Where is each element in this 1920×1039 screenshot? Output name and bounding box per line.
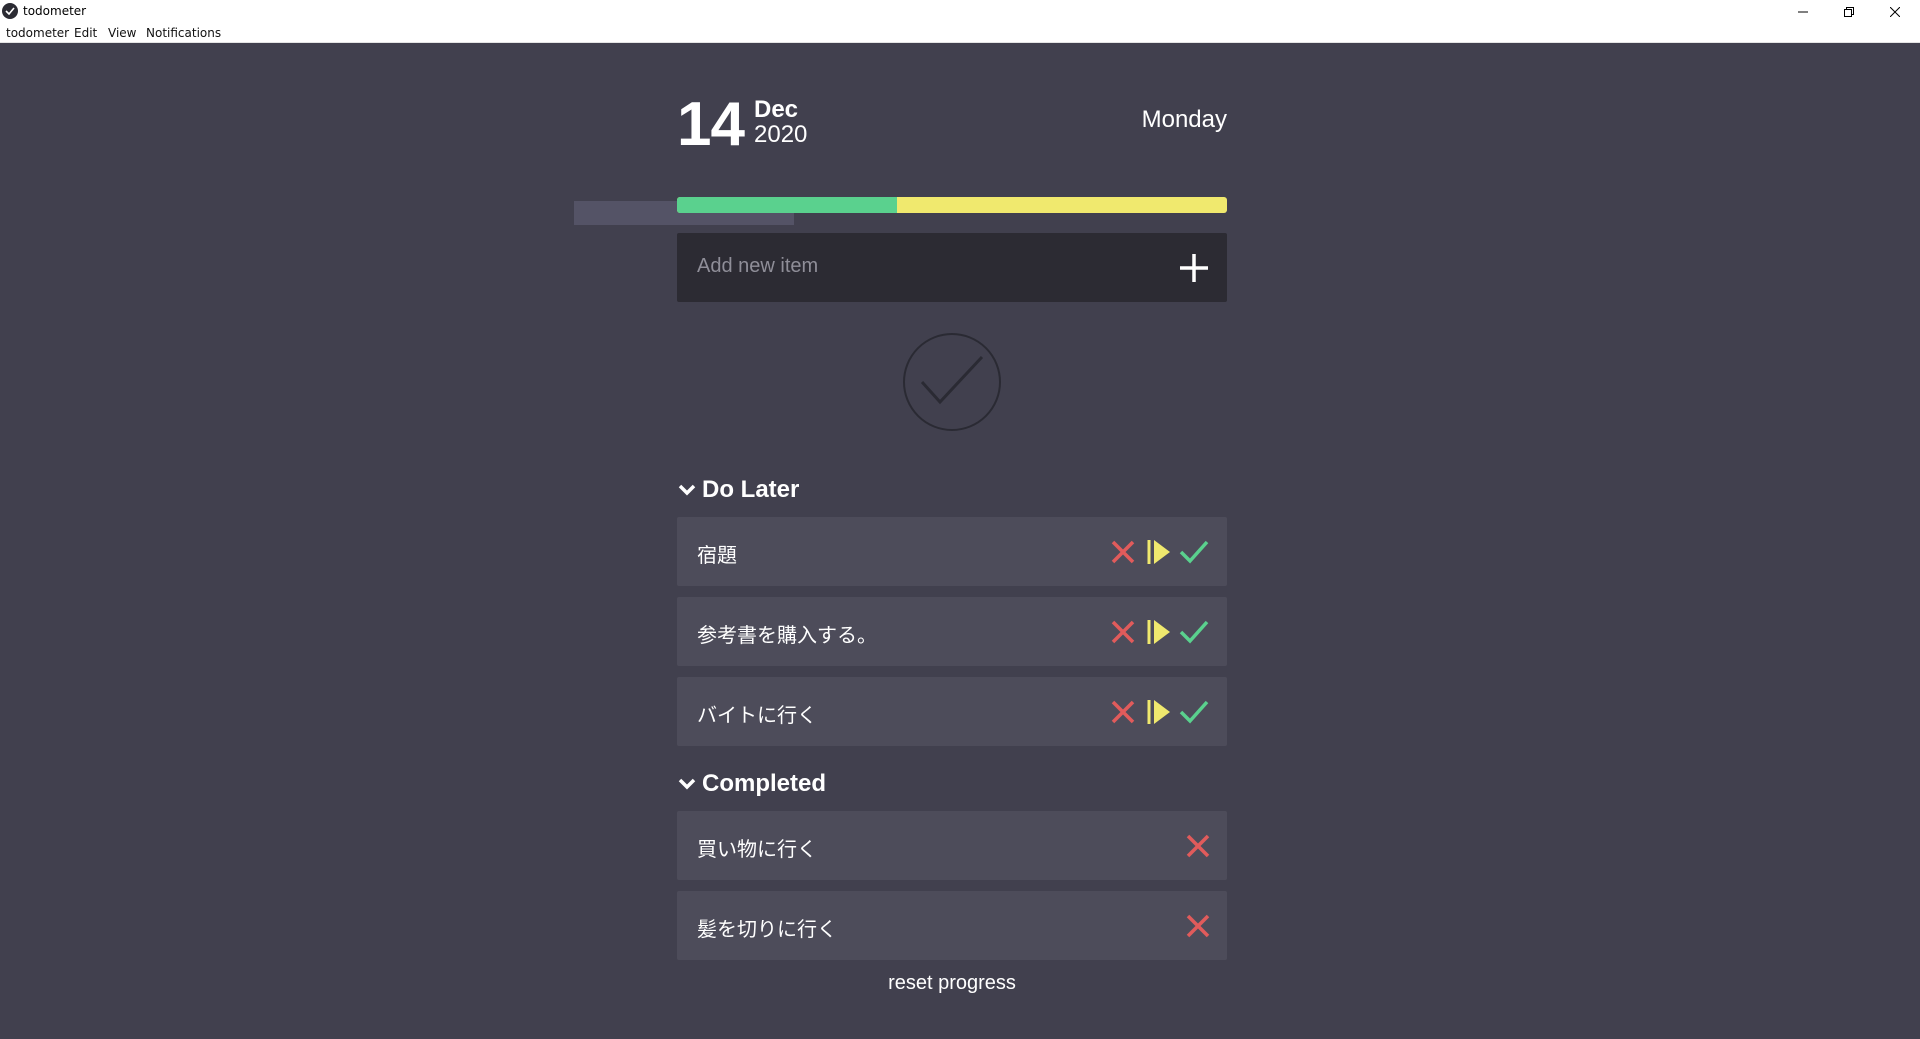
chevron-down-icon <box>677 774 697 794</box>
delete-icon[interactable] <box>1183 911 1213 941</box>
item-text: 買い物に行く <box>697 837 817 861</box>
chevron-down-icon <box>677 480 697 500</box>
app-main: 14 Dec 2020 Monday Do Later 宿題 <box>574 43 1227 1039</box>
do-later-icon[interactable] <box>1144 537 1174 567</box>
do-later-icon[interactable] <box>1144 697 1174 727</box>
completed-header[interactable]: Completed <box>677 770 826 798</box>
complete-icon[interactable] <box>1179 697 1209 727</box>
window-title: todometer <box>23 4 87 18</box>
do-later-icon[interactable] <box>1144 617 1174 647</box>
app-logo-icon <box>2 3 18 19</box>
all-done-check-icon <box>902 332 1002 432</box>
date-month: Dec <box>754 96 799 123</box>
do-later-item: 宿題 <box>677 517 1227 586</box>
progress-completed-fill <box>677 197 897 213</box>
menu-bar: todometer Edit View Notifications <box>0 24 1920 43</box>
delete-icon[interactable] <box>1108 617 1138 647</box>
add-item-row <box>677 233 1227 302</box>
menu-todometer[interactable]: todometer <box>6 26 69 40</box>
date-day: 14 <box>677 90 745 159</box>
date-year: 2020 <box>754 121 808 148</box>
add-item-input[interactable] <box>697 255 1137 278</box>
complete-icon[interactable] <box>1179 617 1209 647</box>
completed-item: 髪を切りに行く <box>677 891 1227 960</box>
delete-icon[interactable] <box>1108 537 1138 567</box>
do-later-item: バイトに行く <box>677 677 1227 746</box>
delete-icon[interactable] <box>1108 697 1138 727</box>
completed-heading: Completed <box>702 770 827 797</box>
weekday: Monday <box>1141 106 1227 133</box>
progress-bar <box>677 197 1227 213</box>
close-icon[interactable] <box>1872 0 1918 24</box>
item-text: バイトに行く <box>697 703 817 727</box>
menu-edit[interactable]: Edit <box>74 26 97 40</box>
restore-icon[interactable] <box>1826 0 1872 24</box>
delete-icon[interactable] <box>1183 831 1213 861</box>
menu-view[interactable]: View <box>108 26 136 40</box>
item-text: 宿題 <box>697 543 737 567</box>
plus-icon[interactable] <box>1177 251 1211 285</box>
do-later-item: 参考書を購入する。 <box>677 597 1227 666</box>
completed-item: 買い物に行く <box>677 811 1227 880</box>
reset-progress-button[interactable]: reset progress <box>888 972 1016 994</box>
item-text: 髪を切りに行く <box>697 917 837 941</box>
reset-progress-wrap: reset progress <box>677 972 1227 995</box>
minimize-icon[interactable] <box>1780 0 1826 24</box>
menu-notifications[interactable]: Notifications <box>146 26 221 40</box>
do-later-header[interactable]: Do Later <box>677 476 799 504</box>
do-later-heading: Do Later <box>702 476 800 503</box>
item-text: 参考書を購入する。 <box>697 623 877 647</box>
window-titlebar[interactable]: todometer <box>0 0 1920 24</box>
complete-icon[interactable] <box>1179 537 1209 567</box>
